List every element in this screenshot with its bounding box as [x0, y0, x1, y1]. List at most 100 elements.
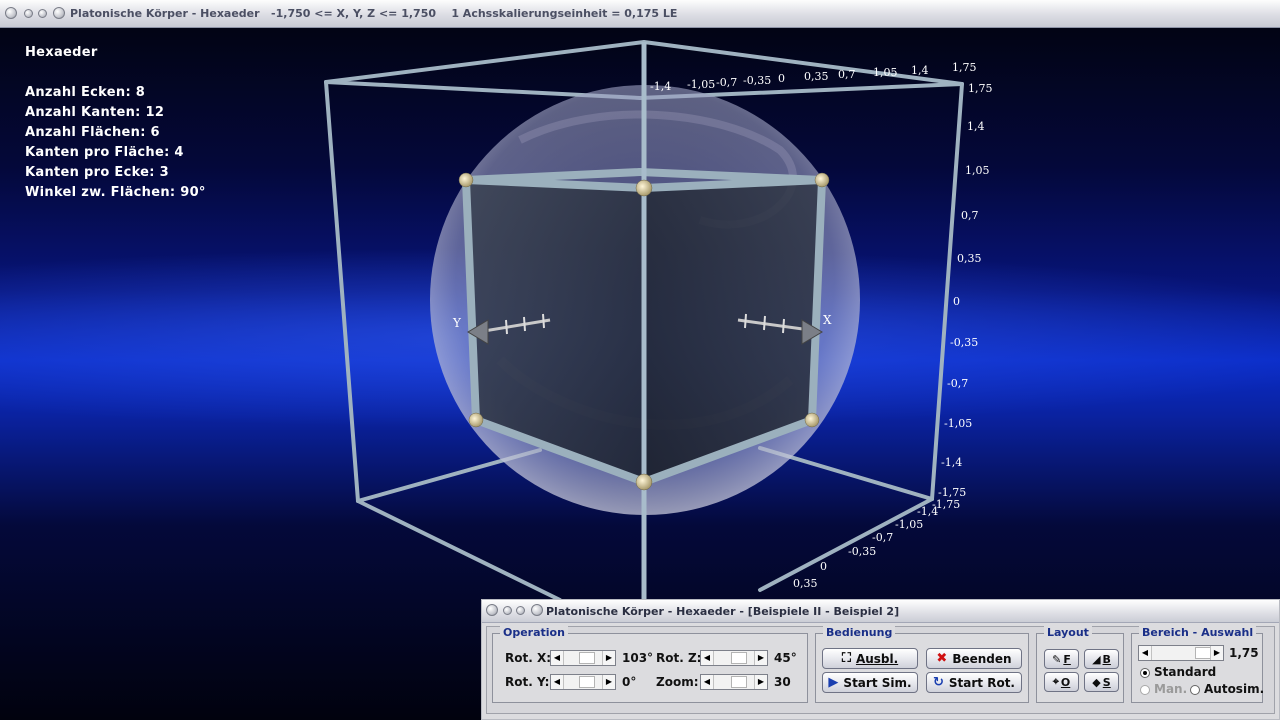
- tick-label: 1,05: [965, 164, 990, 177]
- bereich-slider[interactable]: ◀ ▶: [1138, 645, 1224, 661]
- autosim-label: Autosim.: [1204, 682, 1265, 696]
- arrow-left-icon[interactable]: ◀: [701, 675, 714, 689]
- layout-s-label: S: [1102, 675, 1111, 689]
- menu-icon[interactable]: [531, 604, 543, 616]
- start-rot-label: Start Rot.: [948, 675, 1015, 690]
- beenden-label: Beenden: [952, 651, 1012, 666]
- start-sim-label: Start Sim.: [843, 675, 912, 690]
- ausbl-button[interactable]: ⛶ Ausbl.: [822, 648, 918, 669]
- rot-x-slider[interactable]: ◀ ▶: [550, 650, 616, 666]
- layout-s-button[interactable]: ◆ S: [1084, 672, 1119, 692]
- control-panel: Platonische Körper - Hexaeder - [Beispie…: [481, 599, 1280, 720]
- rot-z-slider[interactable]: ◀ ▶: [700, 650, 768, 666]
- rot-y-slider[interactable]: ◀ ▶: [550, 674, 616, 690]
- title-bar: Platonische Körper - Hexaeder -1,750 <= …: [0, 0, 1280, 28]
- tick-label: 0: [953, 295, 960, 308]
- operation-label: Operation: [500, 626, 568, 639]
- rot-z-label: Rot. Z:: [656, 651, 702, 665]
- slider-thumb[interactable]: [579, 676, 595, 688]
- fill-icon: ◢: [1092, 652, 1101, 666]
- arrow-right-icon[interactable]: ▶: [602, 675, 615, 689]
- crosshair-icon: ⌖: [1052, 675, 1059, 688]
- bereich-group: Bereich - Auswahl ◀ ▶ 1,75 Standard Man.…: [1131, 626, 1265, 703]
- tick-label: 1,75: [952, 61, 977, 74]
- layout-f-label: F: [1063, 652, 1071, 666]
- info-line: Kanten pro Ecke: 3: [25, 165, 169, 180]
- panel-title-bar[interactable]: Platonische Körper - Hexaeder - [Beispie…: [482, 600, 1279, 623]
- info-heading: Hexaeder: [25, 45, 98, 60]
- man-radio[interactable]: [1140, 685, 1150, 695]
- zoom-slider[interactable]: ◀ ▶: [700, 674, 768, 690]
- standard-radio[interactable]: [1140, 668, 1150, 678]
- slider-thumb[interactable]: [579, 652, 595, 664]
- layout-label: Layout: [1044, 626, 1092, 639]
- arrow-left-icon[interactable]: ◀: [1139, 646, 1152, 660]
- rot-z-value: 45°: [774, 651, 797, 665]
- tick-label: 0: [778, 72, 785, 85]
- tick-label: 0,35: [804, 70, 829, 83]
- tick-label: -0,35: [950, 336, 979, 349]
- tick-label: -1,05: [895, 518, 924, 531]
- standard-label: Standard: [1154, 665, 1217, 679]
- slider-thumb[interactable]: [731, 652, 747, 664]
- tick-label: 0,35: [793, 577, 818, 590]
- operation-group: Operation Rot. X: ◀ ▶ 103° Rot. Z: ◀ ▶ 4…: [492, 626, 808, 703]
- layout-f-button[interactable]: ✎ F: [1044, 649, 1079, 669]
- minimize-icon[interactable]: [503, 606, 512, 615]
- zoom-value: 30: [774, 675, 791, 689]
- arrow-left-icon[interactable]: ◀: [701, 651, 714, 665]
- bedienung-group: Bedienung ⛶ Ausbl. ✖ Beenden ▶ Start Sim…: [815, 626, 1029, 703]
- man-label: Man.: [1154, 682, 1188, 696]
- x-axis-label: X: [823, 313, 832, 327]
- info-line: Anzahl Kanten: 12: [25, 105, 165, 120]
- maximize-icon[interactable]: [516, 606, 525, 615]
- tick-label: -1,05: [944, 417, 973, 430]
- layout-b-button[interactable]: ◢ B: [1084, 649, 1119, 669]
- bedienung-label: Bedienung: [823, 626, 896, 639]
- tick-label: 0: [820, 560, 827, 573]
- info-line: Anzahl Ecken: 8: [25, 85, 146, 100]
- zoom-label: Zoom:: [656, 675, 699, 689]
- info-line: Anzahl Flächen: 6: [25, 125, 160, 140]
- rot-y-label: Rot. Y:: [505, 675, 550, 689]
- arrow-right-icon[interactable]: ▶: [754, 675, 767, 689]
- panel-title: Platonische Körper - Hexaeder - [Beispie…: [546, 605, 900, 618]
- close-icon[interactable]: [5, 7, 17, 19]
- rot-x-label: Rot. X:: [505, 651, 552, 665]
- play-icon: ▶: [828, 675, 839, 690]
- tick-label: -1,4: [917, 505, 939, 518]
- slider-thumb[interactable]: [731, 676, 747, 688]
- layout-o-button[interactable]: ⌖ O: [1044, 672, 1079, 692]
- hide-icon: ⛶: [841, 651, 851, 666]
- start-rot-button[interactable]: ↻ Start Rot.: [926, 672, 1022, 693]
- layout-group: Layout ✎ F ◢ B ⌖ O ◆ S: [1036, 626, 1124, 703]
- rotate-icon: ↻: [933, 675, 944, 690]
- arrow-right-icon[interactable]: ▶: [1210, 646, 1223, 660]
- rot-x-value: 103°: [622, 651, 654, 665]
- arrow-right-icon[interactable]: ▶: [602, 651, 615, 665]
- tick-label: 1,4: [967, 120, 985, 133]
- brush-icon: ✎: [1052, 652, 1062, 666]
- tick-label: -0,35: [848, 545, 877, 558]
- autosim-radio[interactable]: [1190, 685, 1200, 695]
- close-x-icon: ✖: [936, 651, 948, 666]
- tick-label: 1,05: [873, 66, 898, 79]
- beenden-button[interactable]: ✖ Beenden: [926, 648, 1022, 669]
- close-icon[interactable]: [486, 604, 498, 616]
- layout-o-label: O: [1060, 675, 1071, 689]
- minimize-icon[interactable]: [24, 9, 33, 18]
- info-line: Winkel zw. Flächen: 90°: [25, 185, 206, 200]
- layout-b-label: B: [1102, 652, 1111, 666]
- info-line: Kanten pro Fläche: 4: [25, 145, 184, 160]
- maximize-icon[interactable]: [38, 9, 47, 18]
- rot-y-value: 0°: [622, 675, 637, 689]
- slider-thumb[interactable]: [1195, 647, 1211, 659]
- arrow-left-icon[interactable]: ◀: [551, 651, 564, 665]
- tick-label: -1,4: [941, 456, 963, 469]
- arrow-right-icon[interactable]: ▶: [754, 651, 767, 665]
- start-sim-button[interactable]: ▶ Start Sim.: [822, 672, 918, 693]
- arrow-left-icon[interactable]: ◀: [551, 675, 564, 689]
- menu-icon[interactable]: [53, 7, 65, 19]
- tick-label: 1,75: [968, 82, 993, 95]
- tick-label: -1,4: [650, 80, 672, 93]
